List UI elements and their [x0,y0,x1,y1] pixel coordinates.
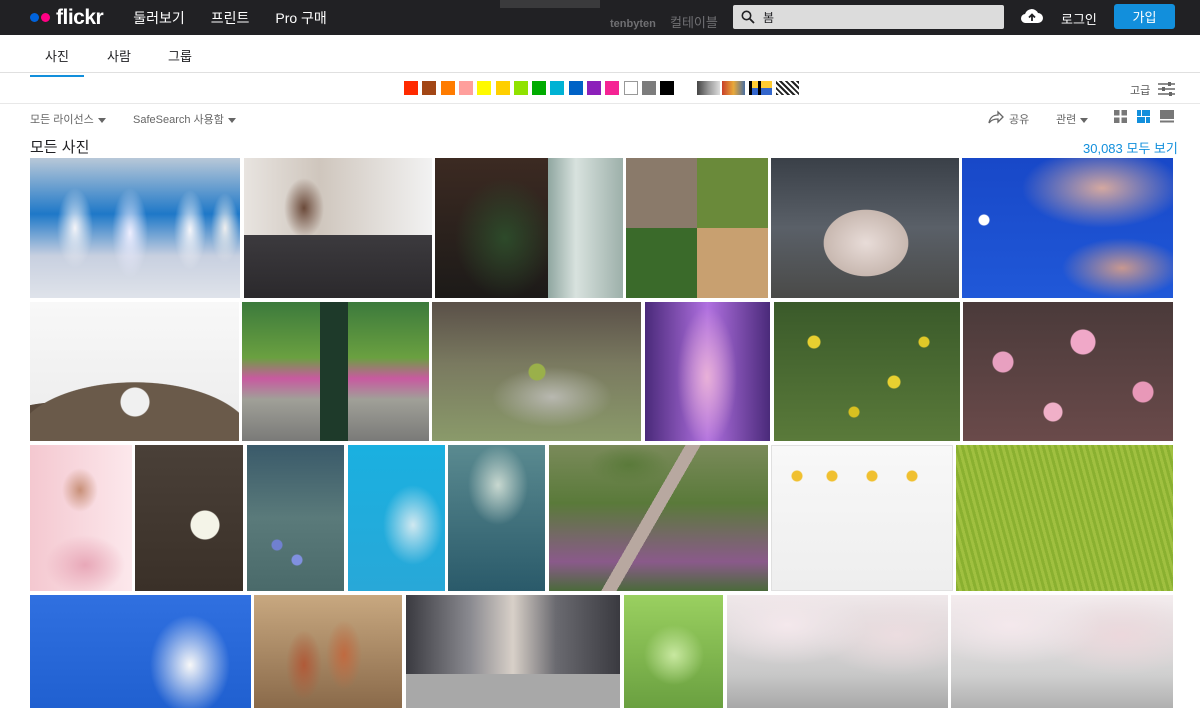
photo-blue-flowers[interactable] [247,445,344,591]
photo-avatar-purple-street[interactable] [645,302,770,441]
color-swatch-cyan[interactable] [550,81,565,95]
logo-pink-dot [41,13,50,22]
photo-white-flower-blue-sky[interactable] [30,595,251,708]
color-swatch-pink[interactable] [458,81,473,95]
grid-view-icon[interactable] [1114,110,1127,123]
photo-cafe-interior[interactable] [244,158,432,298]
color-swatch-gray[interactable] [641,81,656,95]
filter-sliders-icon[interactable] [1158,82,1175,96]
photo-magnolia-buds[interactable] [254,595,402,708]
cloud-upload-icon[interactable] [1020,6,1044,26]
color-swatch-gold[interactable] [495,81,510,95]
license-dropdown[interactable]: 모든 라이선스 [30,111,106,127]
filter-black-white[interactable] [697,81,720,95]
photo-food-collage[interactable] [626,158,768,298]
photo-cherry-road-1[interactable] [727,595,948,708]
photo-tree-teal[interactable] [448,445,545,591]
chevron-down-icon [97,117,106,123]
logo-blue-dot [30,13,39,22]
photo-blossoms-night-sky[interactable] [962,158,1173,298]
color-filter-bar: 고급 [0,73,1200,104]
ghost-username: tenbyten [610,18,656,30]
ghost-image [500,0,600,8]
color-swatch-blue[interactable] [568,81,583,95]
photo-tree-on-mounds[interactable] [30,302,239,441]
login-link[interactable]: 로그인 [1061,9,1097,28]
safesearch-label: SafeSearch 사용함 [133,114,224,126]
photo-green-leaves[interactable] [624,595,723,708]
search-filters-row: 모든 라이선스 SafeSearch 사용함 공유 관련 [0,104,1200,130]
nav-prints[interactable]: 프린트 [211,8,250,28]
color-swatch-magenta[interactable] [605,81,620,95]
photo-garden-path[interactable] [549,445,768,591]
nav-explore[interactable]: 둘러보기 [133,8,185,28]
color-swatch-white[interactable] [623,81,638,95]
page-title: 모든 사진 [30,139,90,156]
advanced-label[interactable]: 고급 [1130,82,1150,98]
color-swatch-purple[interactable] [587,81,601,95]
ghost-text: 컬테이블 다 [670,15,718,35]
photo-plants-window[interactable] [435,158,623,298]
share-button[interactable]: 공유 [1009,111,1029,127]
safesearch-dropdown[interactable]: SafeSearch 사용함 [133,111,236,127]
top-navigation-bar: flickr 둘러보기 프린트 Pro 구매 tenbyten 컬테이블 다 로… [0,0,1200,35]
nav-get-pro[interactable]: Pro 구매 [275,8,326,28]
photo-weather-forecast[interactable] [771,445,953,591]
photo-pink-blossoms[interactable] [963,302,1173,441]
tab-groups[interactable]: 그룹 [168,46,192,65]
dropdown-ghost-preview: tenbyten 컬테이블 다 [490,0,730,35]
photo-avatar-pink[interactable] [30,445,132,591]
view-all-link[interactable]: 30,083 모두 보기 [1083,138,1178,157]
logo-text: flickr [56,5,104,29]
filter-minimalist[interactable] [749,81,772,95]
photo-bud-branch[interactable] [432,302,641,441]
sort-dropdown[interactable]: 관련 [1056,111,1089,127]
photo-lamp-post-garden[interactable] [242,302,429,441]
join-button[interactable]: 가입 [1114,4,1175,29]
color-swatch-lime[interactable] [513,81,528,95]
photo-blossom-blue-sky[interactable] [348,445,445,591]
photo-green-field[interactable] [956,445,1173,591]
tab-people[interactable]: 사람 [107,46,131,65]
search-input[interactable] [763,10,983,24]
color-swatch-orange[interactable] [440,81,455,95]
photo-forsythia[interactable] [774,302,960,441]
photo-street-alley[interactable] [406,595,620,708]
filter-shallow-depth[interactable] [722,81,745,95]
search-type-tabs: 사진 사람 그룹 [0,35,1200,77]
justified-view-icon[interactable] [1137,110,1150,123]
chevron-down-icon [1080,117,1089,123]
photo-magnolia-branches[interactable] [135,445,243,591]
chevron-down-icon [227,117,236,123]
main-nav: 둘러보기 프린트 Pro 구매 [133,8,353,28]
photo-cherry-tree-building[interactable] [771,158,959,298]
color-swatch-brown[interactable] [422,81,437,95]
color-swatch-red[interactable] [404,81,418,95]
share-icon[interactable] [988,110,1004,124]
flickr-logo[interactable]: flickr [30,5,104,30]
search-box[interactable] [733,5,1004,29]
color-swatch-black[interactable] [660,81,675,95]
detail-view-icon[interactable] [1160,110,1174,123]
license-label: 모든 라이선스 [30,114,94,126]
photo-cherry-road-2[interactable] [951,595,1173,708]
search-icon [741,10,755,24]
filter-patterns[interactable] [776,81,799,95]
photo-dancers[interactable] [30,158,240,298]
color-swatch-yellow[interactable] [477,81,492,95]
sort-label: 관련 [1056,114,1077,126]
color-swatch-green[interactable] [532,81,547,95]
